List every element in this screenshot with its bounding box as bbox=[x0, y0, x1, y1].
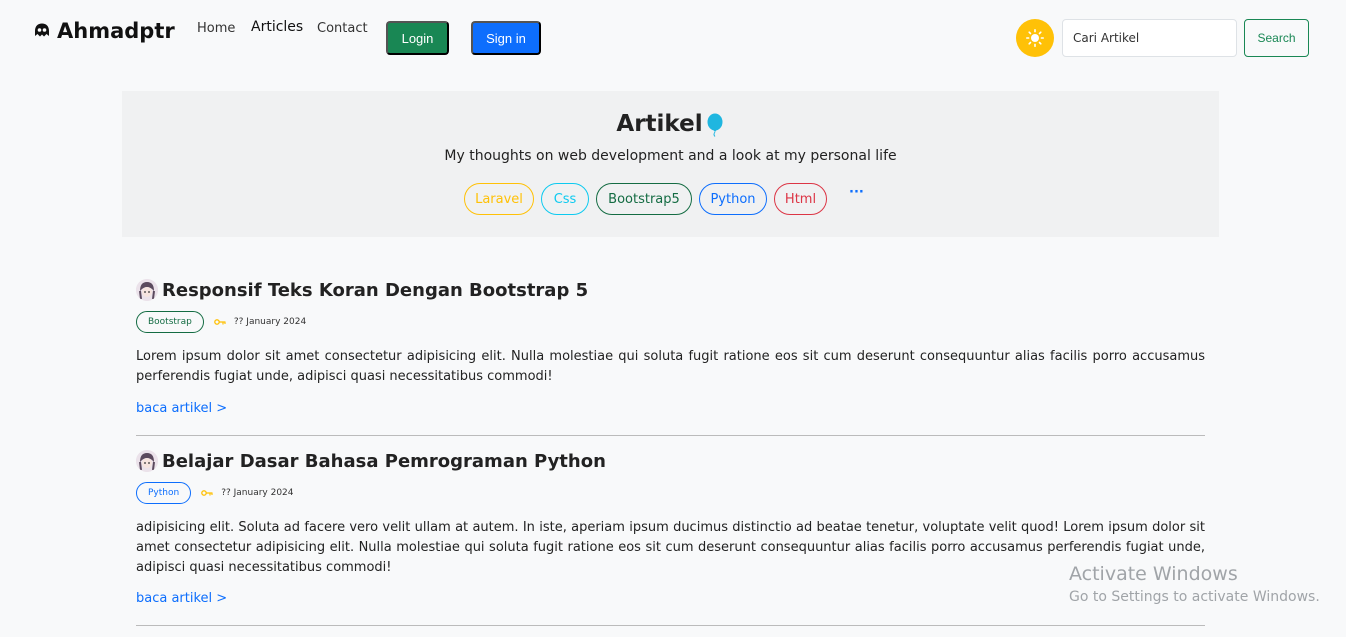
avatar-icon bbox=[136, 450, 158, 472]
search-button[interactable]: Search bbox=[1244, 19, 1309, 57]
tag-python[interactable]: Python bbox=[699, 183, 767, 215]
search-input[interactable] bbox=[1062, 19, 1237, 57]
login-button[interactable]: Login bbox=[386, 21, 449, 55]
tag-list: Laravel Css Bootstrap5 Python Html ··· bbox=[122, 183, 1219, 215]
page-subtitle: My thoughts on web development and a loo… bbox=[444, 148, 897, 164]
balloon-icon bbox=[707, 113, 723, 137]
category-badge[interactable]: Python bbox=[136, 482, 192, 504]
read-more-link[interactable]: baca artikel > bbox=[136, 591, 227, 606]
article-date: ?? January 2024 bbox=[221, 488, 294, 498]
article-header: Belajar Dasar Bahasa Pemrograman Python bbox=[136, 450, 606, 472]
brand-name: Ahmadptr bbox=[57, 19, 175, 43]
hero-section: Artikel My thoughts on web development a… bbox=[122, 91, 1219, 237]
article-excerpt: adipisicing elit. Soluta ad facere vero … bbox=[136, 520, 1205, 575]
key-icon bbox=[214, 319, 226, 325]
more-tags-link[interactable]: ··· bbox=[849, 185, 864, 200]
avatar bbox=[136, 279, 158, 301]
windows-activation-watermark: Activate Windows Go to Settings to activ… bbox=[1069, 563, 1320, 605]
nav-contact-link[interactable]: Contact bbox=[317, 21, 368, 36]
signin-button[interactable]: Sign in bbox=[471, 21, 541, 55]
article-card: Belajar Dasar Bahasa Pemrograman Python … bbox=[136, 450, 1205, 626]
article-meta: Bootstrap ?? January 2024 bbox=[136, 311, 306, 333]
tag-laravel[interactable]: Laravel bbox=[464, 183, 534, 215]
sun-icon bbox=[1026, 29, 1044, 47]
page-title-text: Artikel bbox=[616, 111, 703, 137]
tag-html[interactable]: Html bbox=[774, 183, 827, 215]
avatar-icon bbox=[136, 279, 158, 301]
article-title[interactable]: Responsif Teks Koran Dengan Bootstrap 5 bbox=[162, 280, 588, 301]
article-meta: Python ?? January 2024 bbox=[136, 482, 294, 504]
article-date: ?? January 2024 bbox=[233, 317, 307, 327]
nav-articles-link[interactable]: Articles bbox=[251, 19, 303, 35]
brand-logo[interactable]: Ahmadptr bbox=[33, 19, 175, 43]
watermark-title: Activate Windows bbox=[1069, 563, 1238, 585]
category-badge[interactable]: Bootstrap bbox=[136, 311, 204, 333]
tag-css[interactable]: Css bbox=[541, 183, 589, 215]
page-title: Artikel bbox=[122, 111, 1219, 137]
article-card: Responsif Teks Koran Dengan Bootstrap 5 … bbox=[136, 279, 1205, 436]
avatar bbox=[136, 450, 158, 472]
nav-home-link[interactable]: Home bbox=[197, 21, 235, 36]
article-header: Responsif Teks Koran Dengan Bootstrap 5 bbox=[136, 279, 588, 301]
watermark-subtitle: Go to Settings to activate Windows. bbox=[1069, 589, 1320, 605]
tag-bootstrap5[interactable]: Bootstrap5 bbox=[596, 183, 692, 215]
ghost-icon bbox=[35, 23, 49, 37]
navbar: Ahmadptr Home Articles Contact Login Sig… bbox=[0, 0, 1346, 75]
key-icon bbox=[201, 490, 213, 496]
article-title[interactable]: Belajar Dasar Bahasa Pemrograman Python bbox=[162, 451, 606, 472]
theme-toggle-button[interactable] bbox=[1016, 19, 1054, 57]
article-excerpt: Lorem ipsum dolor sit amet consectetur a… bbox=[136, 349, 1205, 384]
read-more-link[interactable]: baca artikel > bbox=[136, 401, 227, 416]
